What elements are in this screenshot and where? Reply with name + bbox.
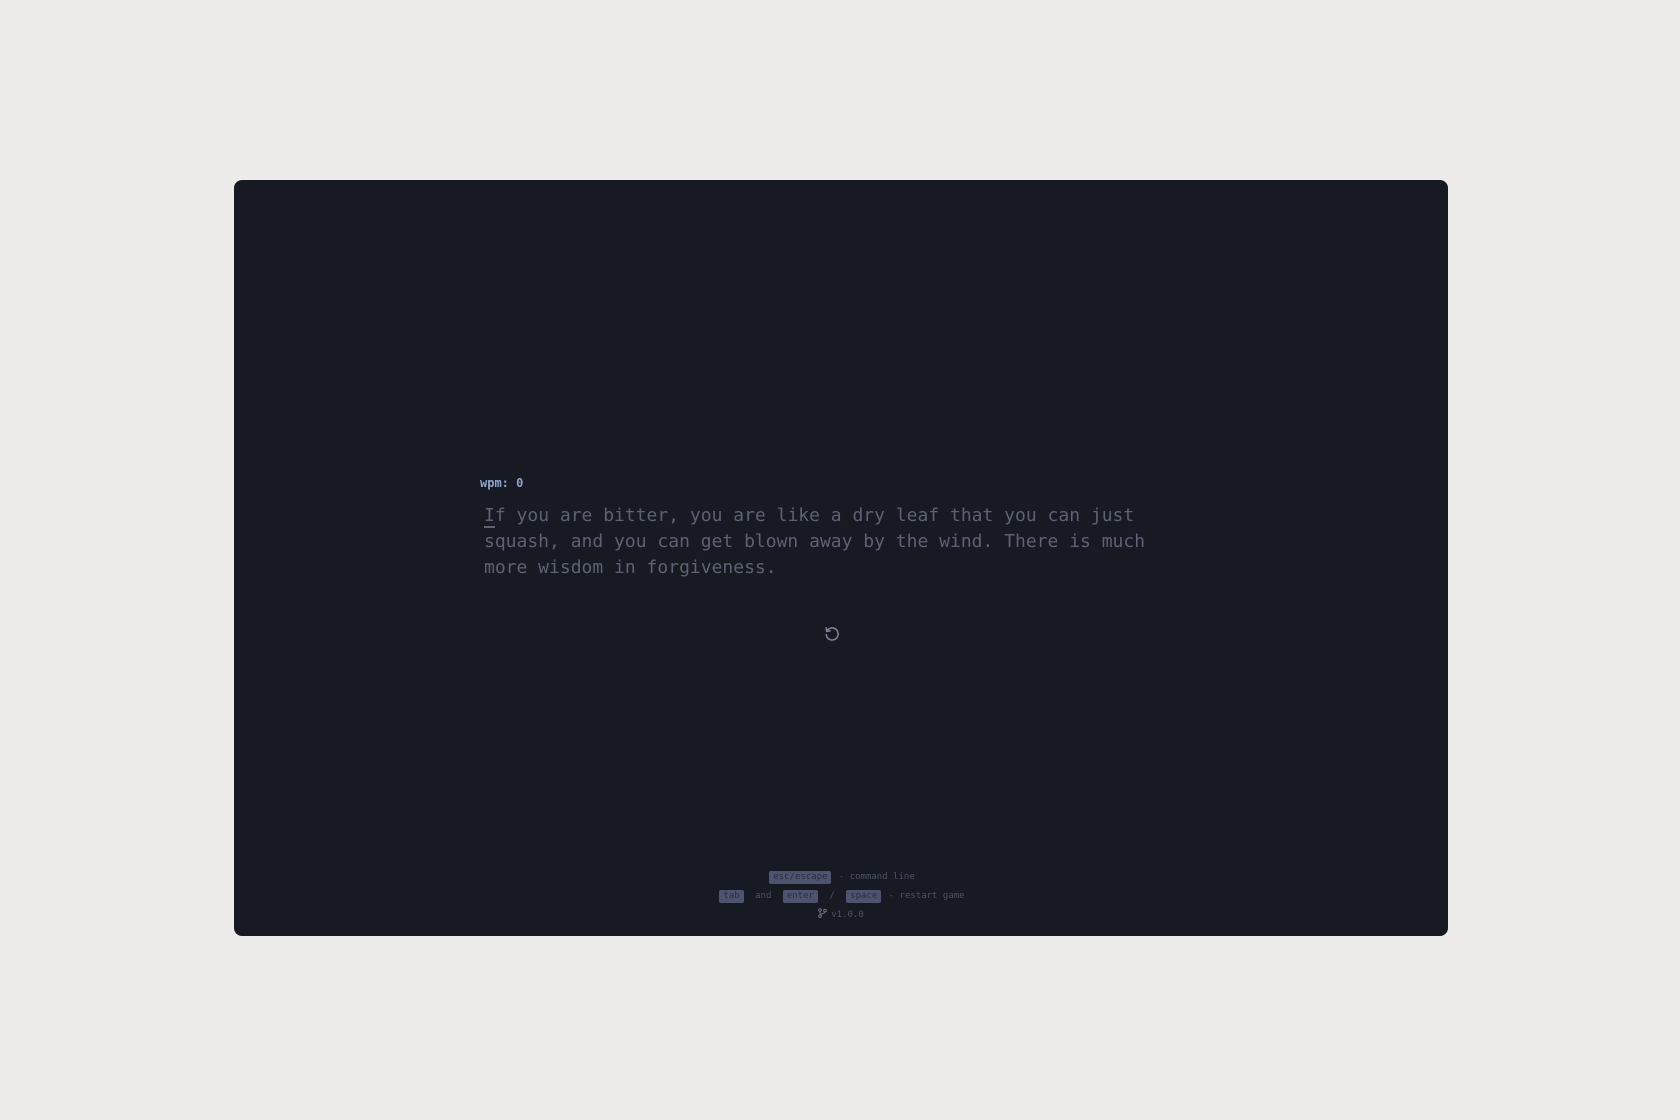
- quote-text[interactable]: If you are bitter, you are like a dry le…: [484, 503, 1164, 581]
- and-label: and: [755, 891, 772, 901]
- restart-hint: tab and enter / space - restart game: [234, 887, 1448, 906]
- esc-key[interactable]: esc/escape: [769, 871, 832, 884]
- tab-key[interactable]: tab: [719, 890, 744, 903]
- restart-icon[interactable]: [824, 626, 840, 642]
- wpm-counter: wpm: 0: [480, 476, 524, 490]
- footer-hints: esc/escape - command line tab and enter …: [234, 868, 1448, 925]
- version-info: v1.0.0: [234, 906, 1448, 925]
- version-label[interactable]: v1.0.0: [831, 910, 864, 920]
- git-branch-icon: [818, 908, 828, 918]
- command-line-label: - command line: [838, 872, 915, 882]
- app-window: wpm: 0 If you are bitter, you are like a…: [234, 180, 1448, 936]
- command-line-hint: esc/escape - command line: [234, 868, 1448, 887]
- restart-game-label: - restart game: [888, 891, 965, 901]
- enter-key[interactable]: enter: [782, 890, 818, 903]
- remaining-quote-text: f you are bitter, you are like a dry lea…: [484, 505, 1156, 578]
- current-char-cursor: I: [484, 505, 495, 528]
- space-key[interactable]: space: [846, 890, 882, 903]
- slash-separator: /: [829, 891, 835, 901]
- typing-game: wpm: 0 If you are bitter, you are like a…: [480, 473, 1184, 581]
